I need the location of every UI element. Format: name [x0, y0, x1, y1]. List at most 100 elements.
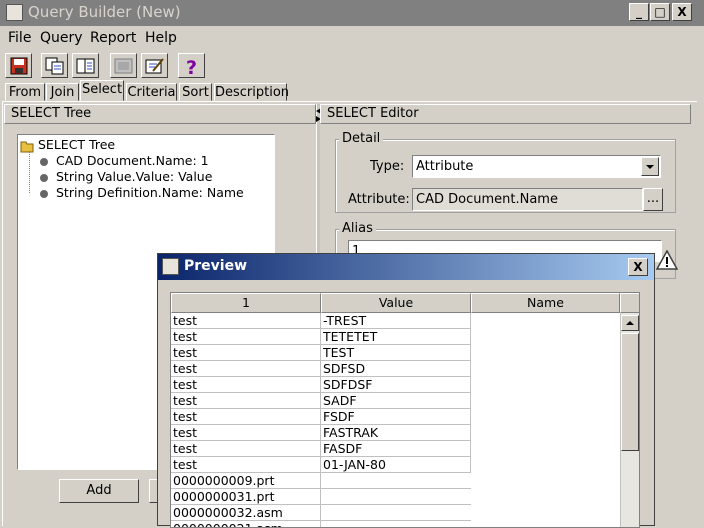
table-cell[interactable]: test	[171, 441, 321, 457]
table-cell[interactable]: -TREST	[321, 313, 471, 329]
save-button[interactable]	[5, 53, 32, 78]
table-cell[interactable]: test	[171, 425, 321, 441]
browse-button[interactable]: ...	[643, 188, 663, 211]
bullet-icon	[40, 157, 48, 166]
table-cell[interactable]	[471, 361, 620, 377]
table-cell[interactable]	[321, 489, 471, 505]
menu-report[interactable]: Report	[90, 30, 136, 46]
table-cell[interactable]	[471, 425, 620, 441]
floppy-disk-icon	[10, 57, 27, 75]
tree-root-label: SELECT Tree	[38, 137, 116, 152]
add-button[interactable]: Add	[59, 479, 139, 503]
tab-description[interactable]: Description	[214, 83, 289, 101]
tree-item-label: String Value.Value: Value	[56, 169, 213, 184]
title-bar: Query Builder (New) _ □ X	[0, 0, 704, 26]
table-cell[interactable]: 01-JAN-80	[321, 457, 471, 473]
dropdown-button[interactable]	[641, 157, 659, 176]
table-cell[interactable]: test	[171, 345, 321, 361]
select-editor-header: SELECT Editor	[320, 104, 691, 124]
table-cell[interactable]: SDFDSF	[321, 377, 471, 393]
column-header-1[interactable]: 1	[171, 293, 321, 313]
chevron-down-icon	[646, 165, 654, 169]
table-cell[interactable]	[471, 473, 620, 489]
scroll-thumb[interactable]	[621, 333, 639, 451]
maximize-button[interactable]: □	[650, 3, 670, 21]
edit-button[interactable]	[141, 53, 168, 78]
column-header-name[interactable]: Name	[471, 293, 620, 313]
preview-table[interactable]: 1 Value Name test -TREST test TETETET test TE…	[170, 292, 640, 528]
scroll-up-button[interactable]	[621, 315, 639, 331]
alias-title: Alias	[339, 221, 376, 236]
menu-query[interactable]: Query	[40, 30, 83, 46]
warning-icon	[656, 250, 678, 270]
tree-item-label: String Definition.Name: Name	[56, 185, 244, 200]
preview-close-button[interactable]: X	[628, 258, 648, 276]
table-cell[interactable]: 0000000032.asm	[171, 505, 321, 521]
tab-criteria[interactable]: Criteria	[126, 83, 177, 101]
table-cell[interactable]: TETETET	[321, 329, 471, 345]
tree-root[interactable]: SELECT Tree	[20, 137, 115, 153]
table-cell[interactable]: 0000000009.prt	[171, 473, 321, 489]
preview-button[interactable]	[110, 53, 137, 78]
help-button[interactable]: ?	[178, 53, 205, 78]
table-cell[interactable]: FASDF	[321, 441, 471, 457]
table-cell[interactable]: FSDF	[321, 409, 471, 425]
vertical-scrollbar[interactable]	[620, 313, 639, 527]
tab-from[interactable]: From	[5, 83, 45, 101]
table-cell[interactable]: test	[171, 361, 321, 377]
tab-select[interactable]: Select	[80, 80, 124, 101]
tree-item-label: CAD Document.Name: 1	[56, 153, 209, 168]
java-cup-icon	[162, 258, 179, 275]
table-cell[interactable]	[471, 441, 620, 457]
type-select[interactable]: Attribute	[412, 155, 661, 178]
bullet-icon	[40, 173, 48, 182]
tab-join[interactable]: Join	[46, 83, 79, 101]
menu-file[interactable]: File	[8, 30, 31, 46]
table-cell[interactable]: FASTRAK	[321, 425, 471, 441]
table-cell[interactable]: test	[171, 313, 321, 329]
table-cell[interactable]	[321, 473, 471, 489]
table-cell[interactable]	[471, 409, 620, 425]
table-cell[interactable]	[471, 505, 620, 521]
tab-sort[interactable]: Sort	[179, 83, 212, 101]
new-query-button[interactable]	[72, 53, 99, 78]
table-cell[interactable]: 0000000021.asm	[171, 521, 321, 527]
table-cell[interactable]	[471, 489, 620, 505]
bullet-icon	[40, 189, 48, 198]
table-cell[interactable]: TEST	[321, 345, 471, 361]
copy-query-button[interactable]	[41, 53, 68, 78]
table-cell[interactable]: test	[171, 393, 321, 409]
select-tree-header: SELECT Tree	[4, 104, 316, 124]
table-cell[interactable]: test	[171, 457, 321, 473]
close-button[interactable]: X	[672, 3, 692, 21]
minimize-button[interactable]: _	[629, 3, 649, 21]
table-cell[interactable]	[471, 345, 620, 361]
table-cell[interactable]	[471, 313, 620, 329]
tree-item[interactable]: CAD Document.Name: 1	[40, 153, 209, 168]
table-cell[interactable]	[471, 377, 620, 393]
help-icon: ?	[186, 57, 197, 76]
table-cell[interactable]: SADF	[321, 393, 471, 409]
menu-help[interactable]: Help	[145, 30, 177, 46]
column-header-value[interactable]: Value	[321, 293, 471, 313]
table-cell[interactable]: test	[171, 377, 321, 393]
tree-item[interactable]: String Value.Value: Value	[40, 169, 212, 184]
table-cell[interactable]	[471, 393, 620, 409]
preview-icon	[114, 58, 132, 74]
table-cell[interactable]: 0000000031.prt	[171, 489, 321, 505]
table-cell[interactable]: SDFSD	[321, 361, 471, 377]
detail-title: Detail	[339, 131, 384, 146]
table-cell[interactable]: test	[171, 329, 321, 345]
preview-title: Preview	[184, 258, 248, 274]
table-cell[interactable]	[321, 505, 471, 521]
tree-item[interactable]: String Definition.Name: Name	[40, 185, 244, 200]
table-cell[interactable]	[471, 329, 620, 345]
attribute-field[interactable]: CAD Document.Name	[412, 188, 643, 211]
attribute-label: Attribute:	[348, 192, 410, 207]
svg-text:?: ?	[186, 57, 197, 76]
table-cell[interactable]	[471, 457, 620, 473]
table-cell[interactable]	[321, 521, 471, 527]
table-cell[interactable]	[471, 521, 620, 527]
document-list-icon	[76, 58, 94, 74]
table-cell[interactable]: test	[171, 409, 321, 425]
